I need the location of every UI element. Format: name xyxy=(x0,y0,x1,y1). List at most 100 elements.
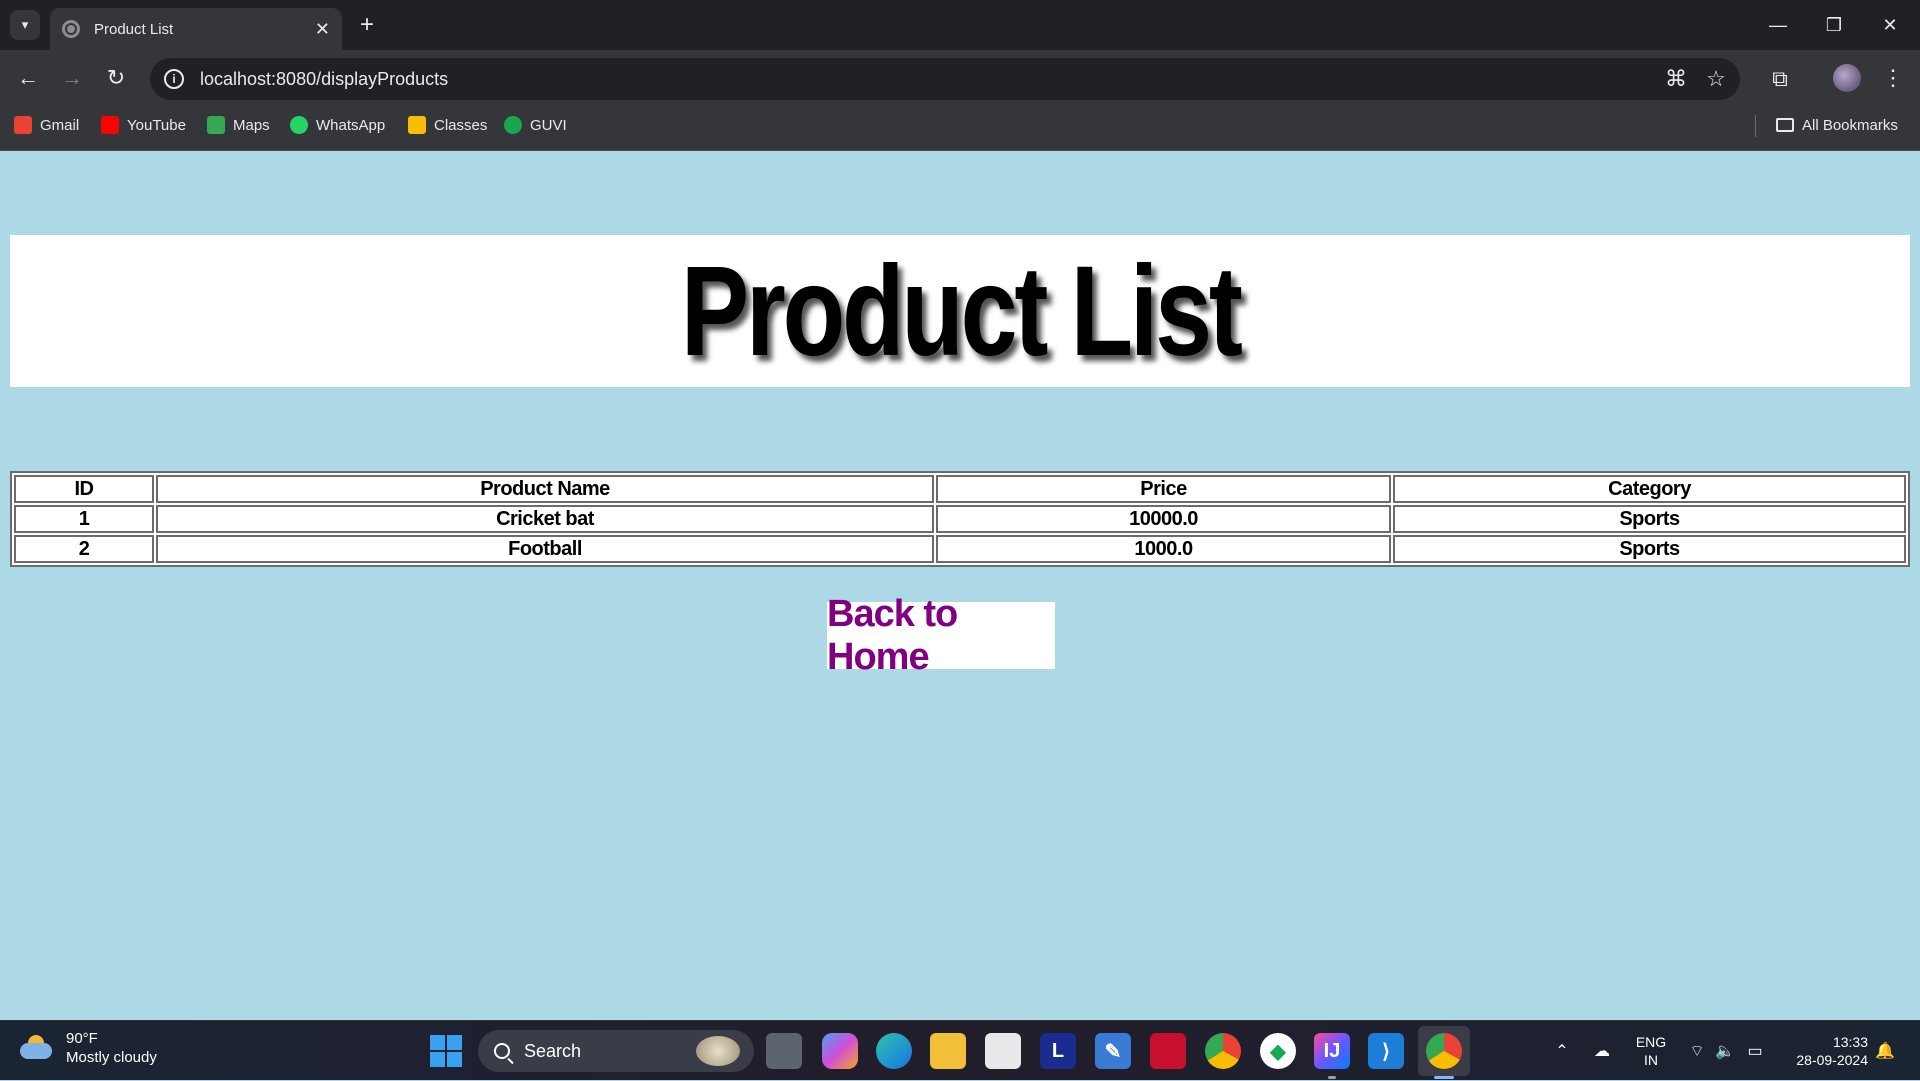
intellij-icon[interactable]: IJ xyxy=(1314,1033,1350,1069)
microsoft-store-icon[interactable] xyxy=(985,1033,1021,1069)
task-view-icon[interactable] xyxy=(766,1033,802,1069)
clock-time: 13:33 xyxy=(1832,1034,1868,1050)
vscode-icon[interactable]: ⟩ xyxy=(1368,1033,1404,1069)
language-code: ENG xyxy=(1635,1034,1667,1050)
column-header-price: Price xyxy=(936,475,1391,503)
search-icon xyxy=(494,1043,510,1059)
page-body: Product List ID Product Name Price Categ… xyxy=(0,151,1920,1020)
column-header-id: ID xyxy=(14,475,154,503)
cell-id: 2 xyxy=(14,535,154,563)
globe-icon xyxy=(62,20,80,38)
language-indicator[interactable]: ENG IN xyxy=(1626,1033,1676,1069)
weather-desc: Mostly cloudy xyxy=(66,1049,157,1066)
page-title: Product List xyxy=(680,239,1243,383)
restore-button[interactable]: ❐ xyxy=(1806,0,1862,50)
browser-tab[interactable]: Product List ✕ xyxy=(50,8,342,50)
cell-price: 10000.0 xyxy=(936,505,1391,533)
bookmark-guvi[interactable]: GUVI xyxy=(504,107,567,143)
windows-logo-pane xyxy=(447,1052,462,1067)
weather-temp: 90°F xyxy=(66,1030,98,1047)
tab-close-icon[interactable]: ✕ xyxy=(315,19,330,40)
guvi-icon xyxy=(504,116,522,134)
weather-widget[interactable]: 90°F Mostly cloudy xyxy=(20,1029,157,1067)
edge-icon[interactable] xyxy=(876,1033,912,1069)
onedrive-icon[interactable]: ☁ xyxy=(1588,1021,1616,1081)
bookmark-classes[interactable]: Classes xyxy=(408,107,487,143)
bookmark-label: Gmail xyxy=(40,116,80,134)
l-app-icon[interactable]: L xyxy=(1040,1033,1076,1069)
profile-avatar[interactable] xyxy=(1833,64,1861,92)
mongodb-icon[interactable]: ◆ xyxy=(1260,1033,1296,1069)
bookmark-label: Maps xyxy=(233,116,270,134)
menu-kebab-icon[interactable]: ⋮ xyxy=(1880,58,1906,98)
show-hidden-icons-chevron-icon[interactable]: ⌃ xyxy=(1548,1021,1576,1081)
bookmark-label: WhatsApp xyxy=(316,116,386,134)
cell-category: Sports xyxy=(1393,505,1906,533)
youtube-icon xyxy=(101,116,119,134)
heading-box: Product List xyxy=(10,235,1910,387)
windows-logo-pane xyxy=(447,1035,462,1050)
volume-icon[interactable]: 🔈 xyxy=(1712,1021,1738,1081)
chrome-profile-icon[interactable] xyxy=(1426,1033,1462,1069)
column-header-product-name: Product Name xyxy=(156,475,934,503)
bookmark-star-icon[interactable]: ☆ xyxy=(1698,58,1734,100)
cell-price: 1000.0 xyxy=(936,535,1391,563)
file-explorer-icon[interactable] xyxy=(930,1033,966,1069)
translate-icon[interactable]: ⌘ xyxy=(1658,58,1694,100)
tab-search-chevron-icon[interactable]: ▾ xyxy=(10,10,40,40)
windows-logo-pane xyxy=(430,1052,445,1067)
extensions-icon[interactable]: ⧉ xyxy=(1762,58,1798,100)
new-tab-button[interactable]: + xyxy=(352,10,382,40)
taskbar-search[interactable]: Search xyxy=(478,1030,754,1072)
bookmark-whatsapp[interactable]: WhatsApp xyxy=(290,107,385,143)
column-header-category: Category xyxy=(1393,475,1906,503)
table-header-row: ID Product Name Price Category xyxy=(14,475,1906,503)
search-placeholder: Search xyxy=(524,1040,582,1061)
windows-logo-pane xyxy=(430,1035,445,1050)
close-window-button[interactable]: ✕ xyxy=(1862,0,1918,50)
bookmark-gmail[interactable]: Gmail xyxy=(14,107,79,143)
wifi-icon[interactable]: ⌔ xyxy=(1684,1021,1710,1081)
forward-arrow-icon[interactable]: → xyxy=(56,62,88,94)
url-text[interactable]: localhost:8080/displayProducts xyxy=(200,69,448,90)
whatsapp-icon xyxy=(290,116,308,134)
bookmarks-divider xyxy=(1755,115,1756,137)
table-row: 2 Football 1000.0 Sports xyxy=(14,535,1906,563)
start-button[interactable] xyxy=(430,1035,462,1067)
region-code: IN xyxy=(1644,1052,1658,1068)
browser-toolbar: ← → ↻ i localhost:8080/displayProducts ⌘… xyxy=(0,50,1920,107)
chrome-icon[interactable] xyxy=(1205,1033,1241,1069)
table-row: 1 Cricket bat 10000.0 Sports xyxy=(14,505,1906,533)
bookmark-youtube[interactable]: YouTube xyxy=(101,107,186,143)
back-arrow-icon[interactable]: ← xyxy=(12,62,44,94)
bookmark-label: YouTube xyxy=(127,116,186,134)
bookmark-maps[interactable]: Maps xyxy=(207,107,270,143)
back-to-home-link[interactable]: Back to Home xyxy=(827,593,1055,678)
maps-icon xyxy=(207,116,225,134)
cell-category: Sports xyxy=(1393,535,1906,563)
site-info-icon[interactable]: i xyxy=(164,69,184,89)
active-indicator xyxy=(1434,1076,1454,1079)
partly-cloudy-icon xyxy=(20,1035,54,1061)
tab-title: Product List xyxy=(94,20,174,38)
minimize-button[interactable]: — xyxy=(1750,0,1806,50)
clock-date: 28-09-2024 xyxy=(1796,1052,1868,1068)
gmail-icon xyxy=(14,116,32,134)
cell-product-name: Football xyxy=(156,535,934,563)
notification-bell-icon[interactable]: 🔔 xyxy=(1872,1021,1898,1081)
bookmarks-bar: Gmail YouTube Maps WhatsApp Classes GUVI… xyxy=(0,107,1920,151)
folder-icon xyxy=(1776,118,1794,132)
copilot-icon[interactable] xyxy=(822,1033,858,1069)
address-bar[interactable]: i localhost:8080/displayProducts xyxy=(150,58,1740,100)
cell-product-name: Cricket bat xyxy=(156,505,934,533)
pen-app-icon[interactable]: ✎ xyxy=(1095,1033,1131,1069)
all-bookmarks-button[interactable]: All Bookmarks xyxy=(1776,107,1898,143)
browser-titlebar: ▾ Product List ✕ + — ❐ ✕ xyxy=(0,0,1920,50)
reload-icon[interactable]: ↻ xyxy=(100,62,132,94)
bookmark-label: GUVI xyxy=(530,116,567,134)
mcafee-icon[interactable] xyxy=(1150,1033,1186,1069)
battery-icon[interactable]: ▭ xyxy=(1742,1021,1768,1081)
windows-taskbar: 90°F Mostly cloudy Search L ✎ ◆ IJ ⟩ ⌃ ☁… xyxy=(0,1020,1920,1080)
bookmark-label: Classes xyxy=(434,116,488,134)
system-clock[interactable]: 13:33 28-09-2024 xyxy=(1780,1033,1868,1069)
